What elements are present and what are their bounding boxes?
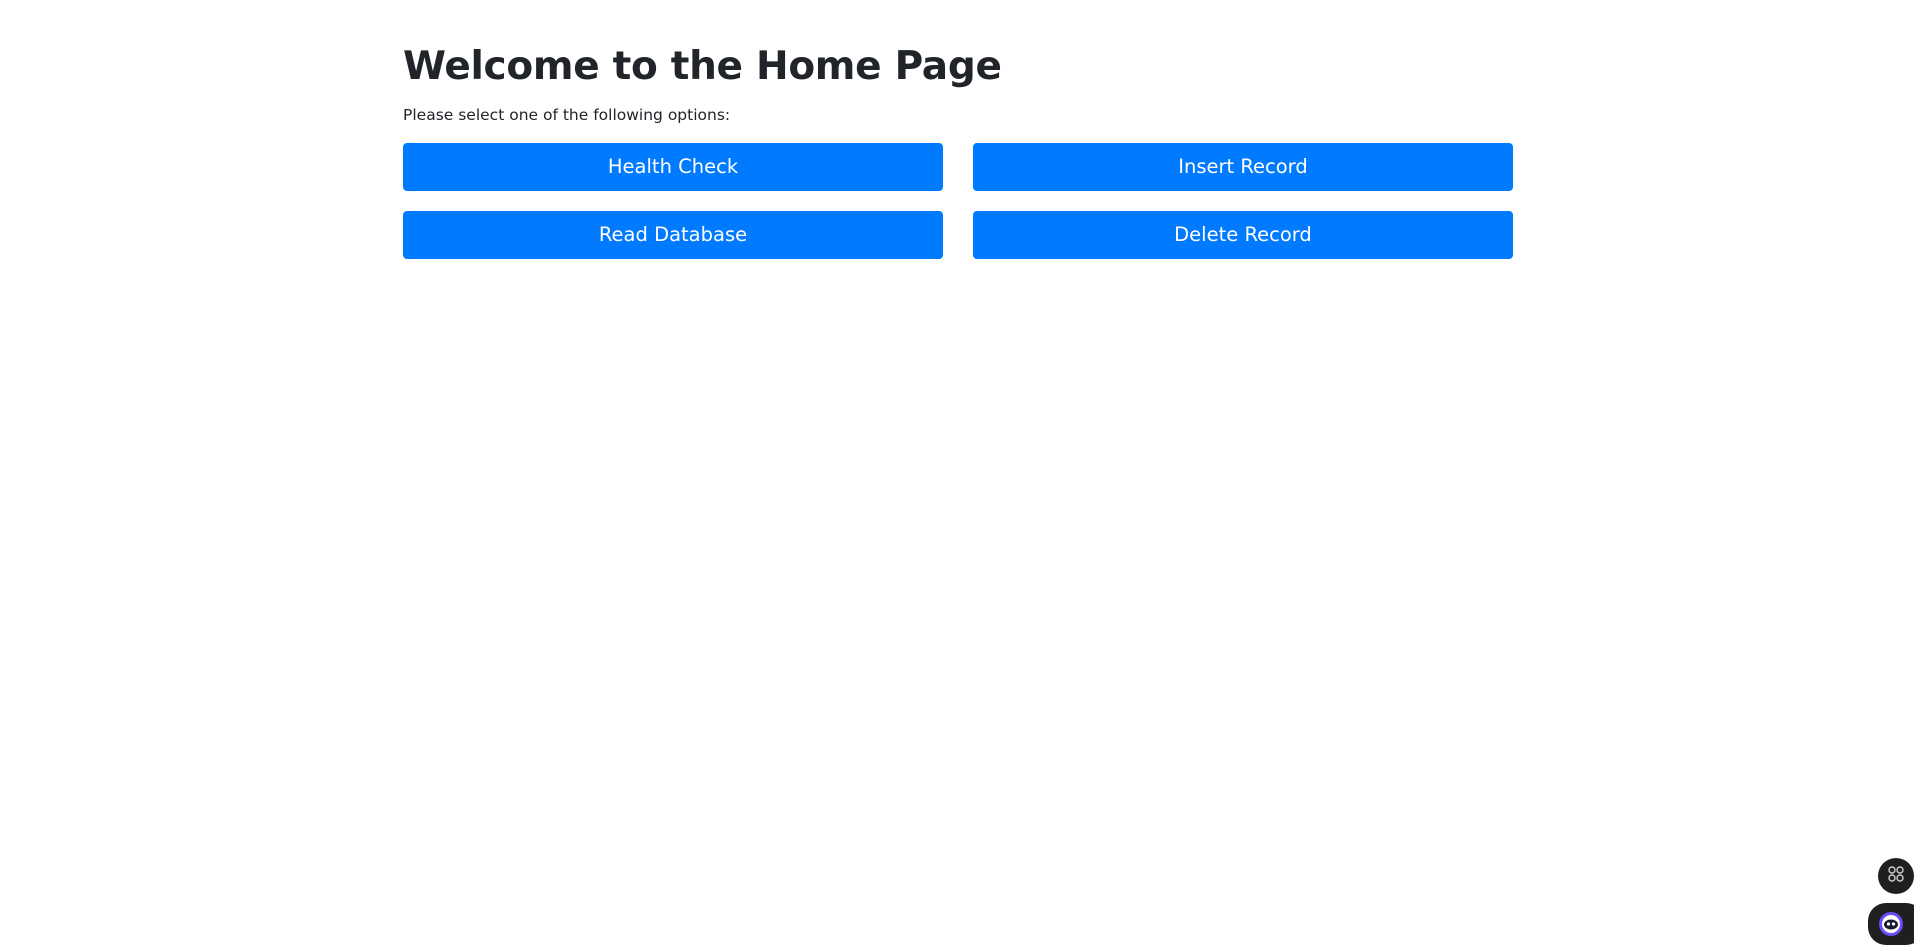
assistant-button[interactable] [1868,903,1914,945]
assistant-bot-icon [1878,911,1904,941]
page-subtitle: Please select one of the following optio… [403,106,731,124]
apps-grid-icon [1887,865,1905,887]
floating-widgets [1868,850,1914,945]
read-database-button[interactable]: Read Database [403,211,943,259]
page-title: Welcome to the Home Page [403,44,1002,89]
delete-record-button[interactable]: Delete Record [973,211,1513,259]
insert-record-button[interactable]: Insert Record [973,143,1513,191]
apps-launcher-button[interactable] [1878,858,1914,894]
health-check-button[interactable]: Health Check [403,143,943,191]
